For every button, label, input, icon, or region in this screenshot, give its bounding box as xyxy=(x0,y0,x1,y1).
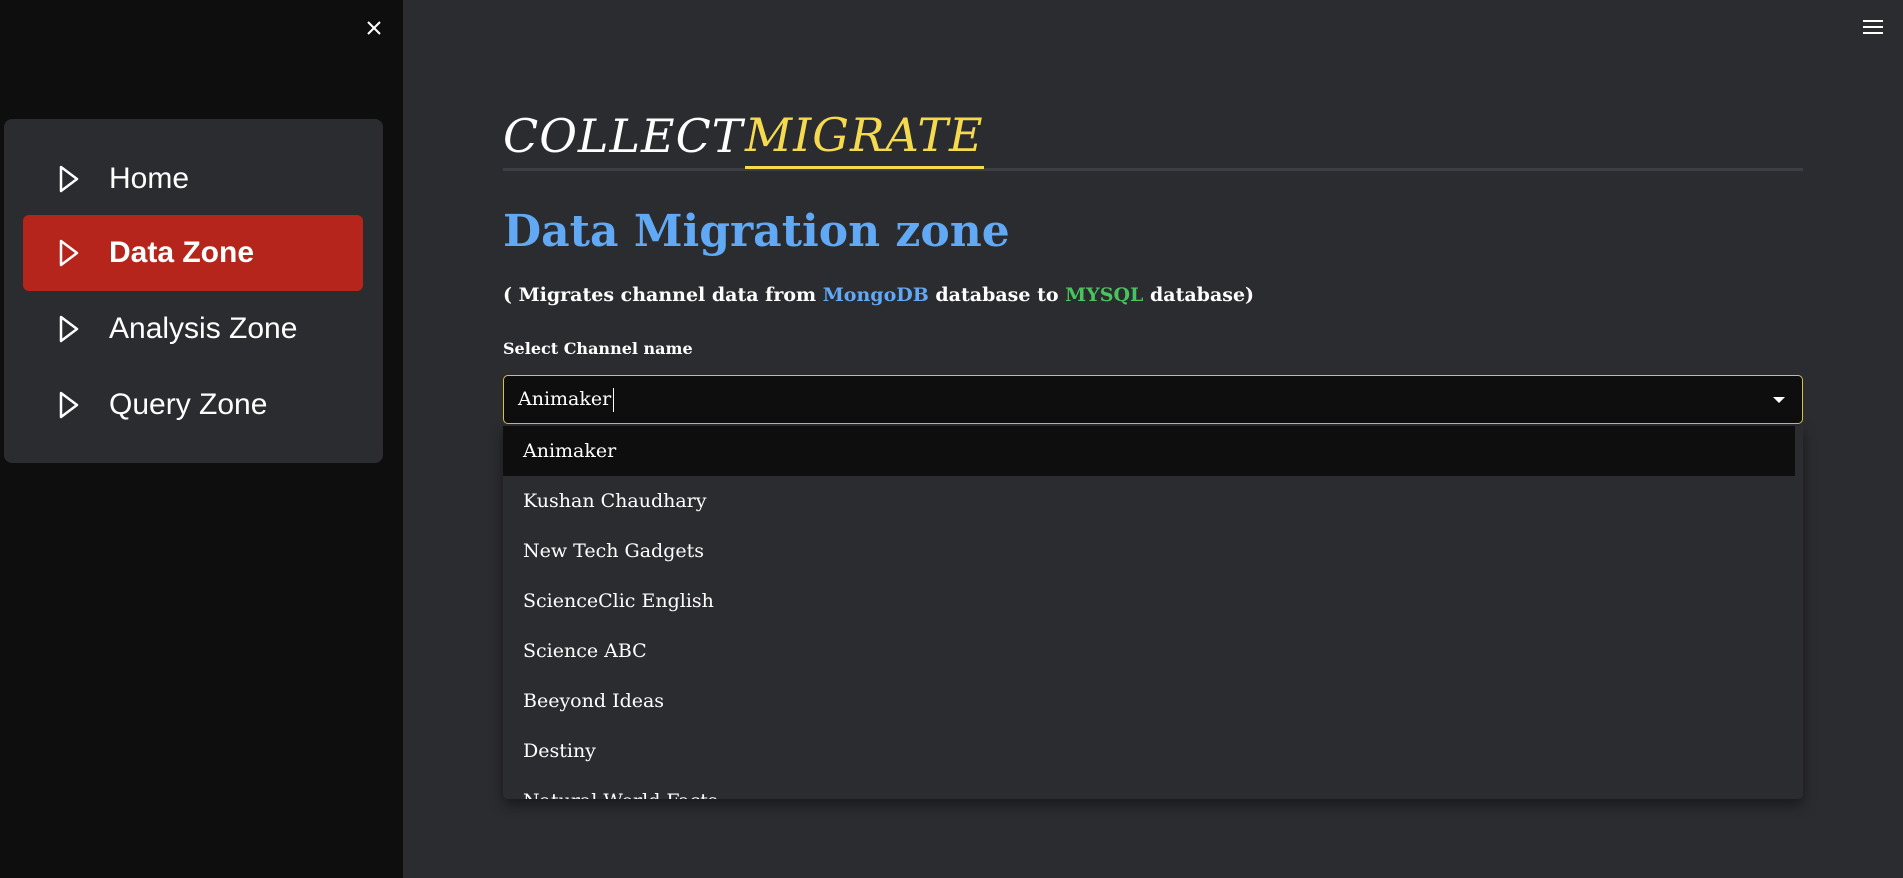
option-beeyond-ideas[interactable]: Beeyond Ideas xyxy=(503,676,1795,726)
option-natural-world-facts[interactable]: Natural World Facts xyxy=(503,776,1795,799)
page-title: Data Migration zone xyxy=(503,206,1010,257)
subtitle-prefix: ( Migrates channel data from xyxy=(503,284,823,306)
dropdown-scrollbar[interactable] xyxy=(1795,426,1803,799)
channel-select-value[interactable]: Animaker xyxy=(518,387,615,412)
play-triangle-icon xyxy=(53,391,85,419)
nav-item-data-zone[interactable]: Data Zone xyxy=(23,215,363,291)
select-channel-label: Select Channel name xyxy=(503,339,693,358)
subtitle-middle: database to xyxy=(928,284,1066,306)
sidebar: Home Data Zone Analysis Zone Query Zone xyxy=(0,0,403,878)
nav-item-query-zone[interactable]: Query Zone xyxy=(23,367,363,443)
close-sidebar-button[interactable] xyxy=(360,14,388,42)
main-content: COLLECT MIGRATE Data Migration zone ( Mi… xyxy=(403,0,1903,878)
option-scienceclic-english[interactable]: ScienceClic English xyxy=(503,576,1795,626)
tab-migrate[interactable]: MIGRATE xyxy=(745,104,984,169)
options-list: Animaker Kushan Chaudhary New Tech Gadge… xyxy=(503,426,1795,799)
nav-menu: Home Data Zone Analysis Zone Query Zone xyxy=(4,119,383,463)
nav-item-analysis-zone[interactable]: Analysis Zone xyxy=(23,291,363,367)
source-db-name: MongoDB xyxy=(822,284,929,306)
channel-select[interactable]: Animaker xyxy=(503,375,1803,424)
option-destiny[interactable]: Destiny xyxy=(503,726,1795,776)
play-triangle-icon xyxy=(53,165,85,193)
option-science-abc[interactable]: Science ABC xyxy=(503,626,1795,676)
page-subtitle: ( Migrates channel data from MongoDB dat… xyxy=(503,284,1254,306)
subtitle-suffix: database) xyxy=(1143,284,1255,306)
text-cursor xyxy=(613,387,615,412)
nav-item-home[interactable]: Home xyxy=(23,141,363,217)
play-triangle-icon xyxy=(53,239,85,267)
nav-item-label: Data Zone xyxy=(109,236,255,269)
nav-item-label: Analysis Zone xyxy=(109,312,298,345)
tab-bar: COLLECT MIGRATE xyxy=(503,104,1803,171)
channel-options-dropdown: Animaker Kushan Chaudhary New Tech Gadge… xyxy=(503,426,1803,799)
option-new-tech-gadgets[interactable]: New Tech Gadgets xyxy=(503,526,1795,576)
play-triangle-icon xyxy=(53,315,85,343)
option-kushan-chaudhary[interactable]: Kushan Chaudhary xyxy=(503,476,1795,526)
close-icon xyxy=(367,21,381,35)
nav-item-label: Query Zone xyxy=(109,388,268,421)
option-animaker[interactable]: Animaker xyxy=(503,426,1795,476)
nav-item-label: Home xyxy=(109,162,190,195)
target-db-name: MYSQL xyxy=(1065,284,1144,306)
caret-down-icon[interactable] xyxy=(1770,391,1788,409)
tab-collect[interactable]: COLLECT xyxy=(503,104,743,168)
